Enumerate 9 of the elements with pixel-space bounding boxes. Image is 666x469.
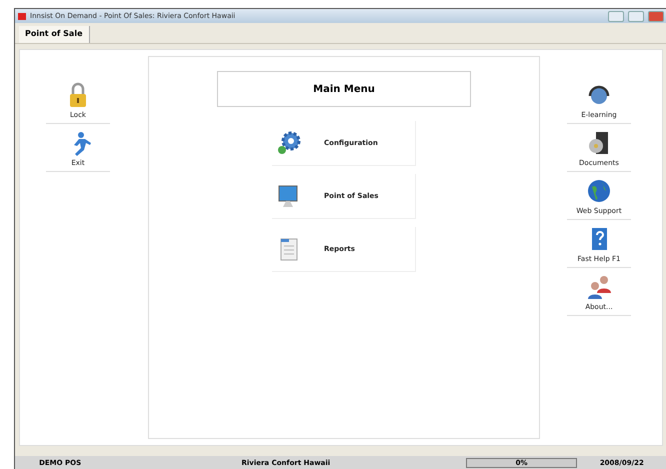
minimize-button[interactable] [608,10,624,22]
tab[interactable]: Point of Sale [19,26,90,43]
menu-title: Main Menu [217,71,471,107]
gear-icon [276,130,302,156]
people-icon [586,274,612,300]
maximize-button[interactable] [628,10,644,22]
globe-icon [586,178,612,204]
app-icon [18,12,26,20]
close-button[interactable] [648,10,664,22]
